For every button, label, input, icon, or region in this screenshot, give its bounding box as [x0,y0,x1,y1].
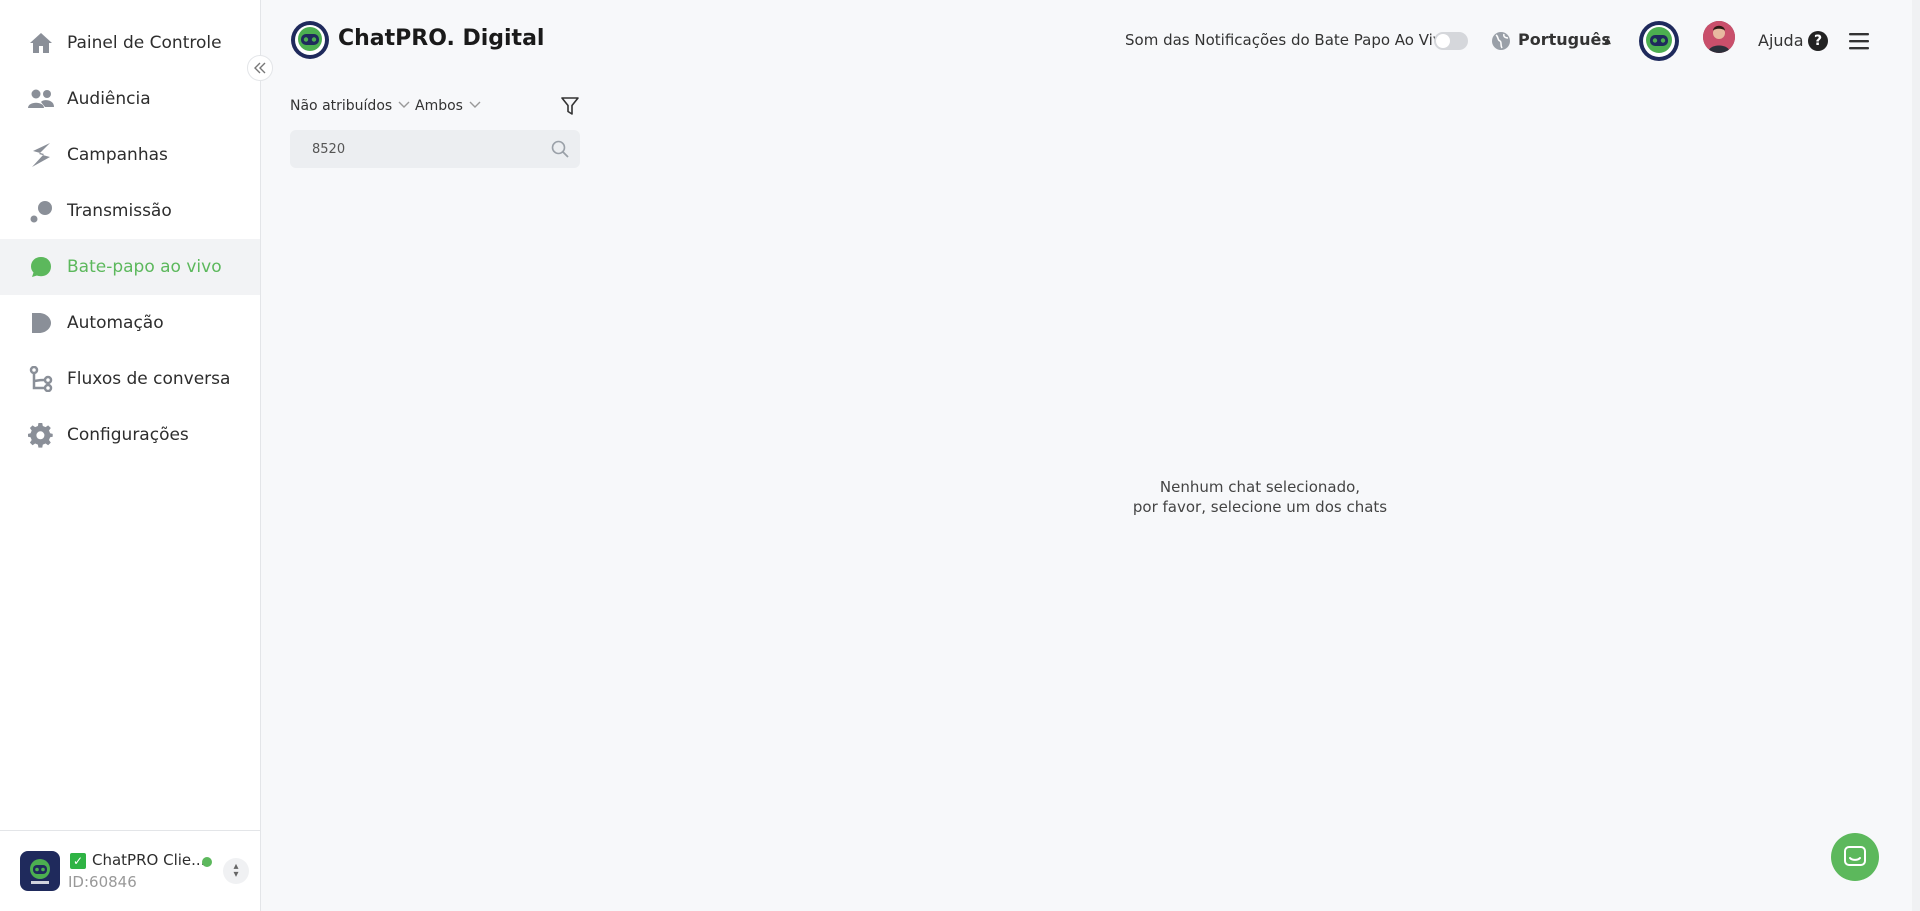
chat-widget-icon [1844,846,1866,866]
automation-icon [28,310,54,336]
workspace-name: ChatPRO Clie... [92,851,206,869]
no-chat-selected-message: Nenhum chat selecionado, por favor, sele… [1060,477,1460,517]
page-scrollbar[interactable] [1912,0,1920,911]
chevron-down-icon [398,98,410,114]
workspace-avatar [20,851,60,891]
search-icon[interactable] [551,140,569,158]
bot-avatar[interactable] [1638,20,1680,62]
chat-icon [28,254,54,280]
help-icon[interactable]: ? [1808,31,1828,51]
sidebar-item-flows[interactable]: Fluxos de conversa [0,351,260,407]
empty-state-line-2: por favor, selecione um dos chats [1132,498,1388,516]
home-icon [28,30,54,56]
caret-up-icon[interactable]: ▲ [1604,36,1611,46]
sidebar-item-audience[interactable]: Audiência [0,71,260,127]
toggle-knob [1436,34,1450,48]
chat-search [290,130,580,168]
filter-icon[interactable] [561,96,579,116]
empty-state-line-1: Nenhum chat selecionado, [1159,478,1361,496]
workspace-id: ID:60846 [68,873,137,891]
brand-logo-icon [290,20,330,60]
brand-name: ChatPRO. Digital [338,26,545,51]
online-status-icon [202,857,212,867]
collapse-sidebar-button[interactable] [247,55,273,81]
sidebar-item-label: Automação [67,313,164,333]
assignment-filter-label: Não atribuídos [290,98,393,114]
campaigns-icon [28,142,54,168]
search-input[interactable] [312,130,542,168]
sidebar-item-label: Campanhas [67,145,168,165]
sidebar-item-label: Configurações [67,425,189,445]
sidebar-item-live-chat[interactable]: Bate-papo ao vivo [0,239,260,295]
hamburger-menu-icon[interactable] [1849,31,1869,51]
help-link[interactable]: Ajuda [1758,31,1804,50]
notification-sound-label: Som das Notificações do Bate Papo Ao Viv… [1125,31,1451,49]
support-chat-button[interactable] [1831,833,1879,881]
language-selector[interactable]: Português [1518,30,1611,49]
users-icon [28,86,54,112]
sidebar-item-settings[interactable]: Configurações [0,407,260,463]
sidebar-item-label: Painel de Controle [67,33,222,53]
channel-filter-dropdown[interactable]: Ambos [415,98,481,114]
broadcast-icon [28,198,54,224]
channel-filter-label: Ambos [415,98,463,114]
workspace-switcher[interactable]: ✓ ChatPRO Clie... ID:60846 ▴ ▾ [0,830,260,911]
sidebar-item-broadcast[interactable]: Transmissão [0,183,260,239]
assignment-filter-dropdown[interactable]: Não atribuídos [290,98,410,114]
sidebar: Painel de Controle Audiência Campanhas T… [0,0,261,911]
verified-icon: ✓ [70,853,86,869]
sidebar-item-automation[interactable]: Automação [0,295,260,351]
sidebar-item-campaigns[interactable]: Campanhas [0,127,260,183]
sidebar-item-label: Audiência [67,89,151,109]
flow-icon [28,366,54,392]
globe-icon[interactable] [1491,31,1511,51]
chevron-down-icon [469,98,481,114]
user-avatar[interactable] [1703,21,1735,53]
switch-workspace-icon[interactable]: ▴ ▾ [223,858,249,884]
sidebar-item-label: Bate-papo ao vivo [67,257,222,277]
notification-sound-toggle[interactable] [1434,32,1468,50]
gear-icon [28,422,54,448]
sidebar-item-label: Transmissão [67,201,172,221]
sidebar-item-dashboard[interactable]: Painel de Controle [0,15,260,71]
sidebar-item-label: Fluxos de conversa [67,369,231,389]
